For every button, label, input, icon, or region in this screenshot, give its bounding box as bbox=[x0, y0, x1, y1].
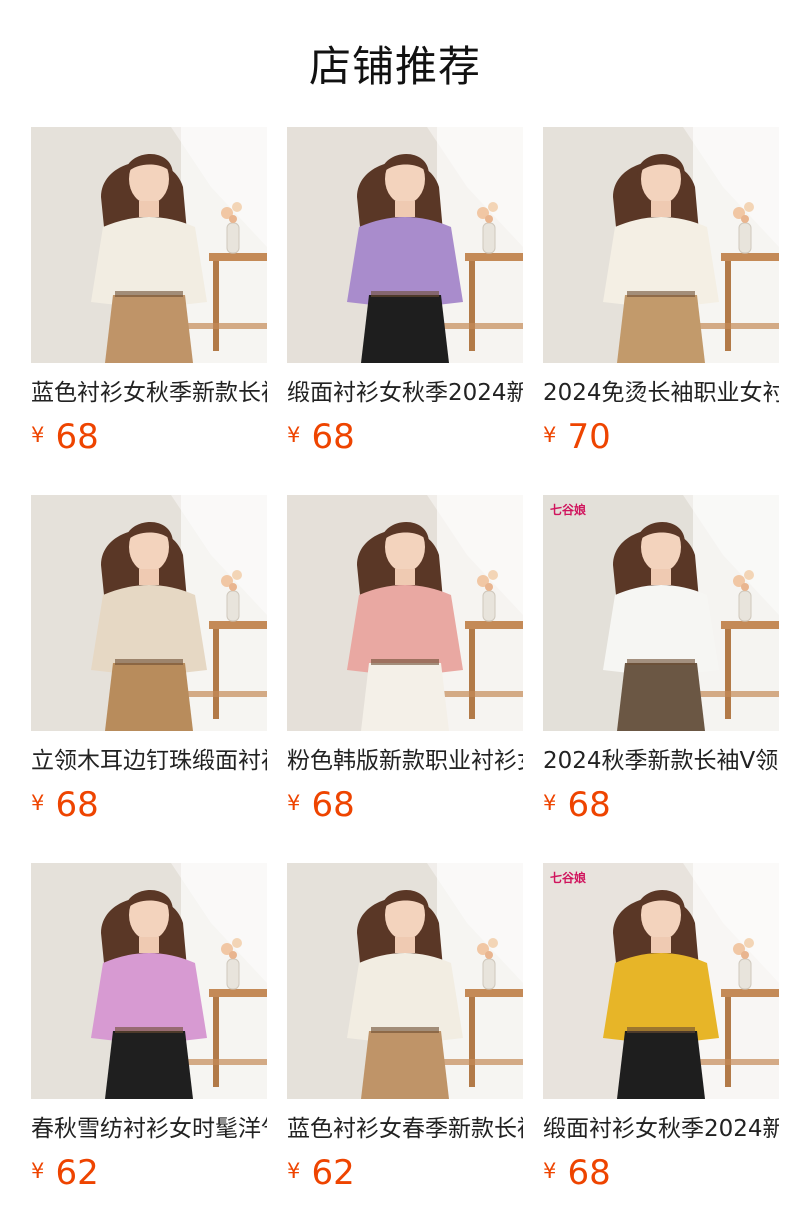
currency-symbol: ¥ bbox=[31, 791, 45, 815]
price-amount: 70 bbox=[567, 417, 611, 457]
product-card[interactable]: 粉色韩版新款职业衬衫女 ¥ 68 bbox=[287, 495, 523, 825]
product-card[interactable]: 蓝色衬衫女春季新款长袖 ¥ 62 bbox=[287, 863, 523, 1193]
product-photo-illustration bbox=[543, 127, 779, 363]
price-amount: 68 bbox=[311, 785, 355, 825]
product-price: ¥ 70 bbox=[543, 417, 779, 457]
product-title[interactable]: 缎面衬衫女秋季2024新款 bbox=[287, 378, 523, 408]
product-title[interactable]: 2024秋季新款长袖V领衬衫 bbox=[543, 746, 779, 776]
product-card[interactable]: 缎面衬衫女秋季2024新款 ¥ 68 bbox=[287, 127, 523, 457]
product-card[interactable]: 七谷娘 缎面衬衫女秋季2024新款 ¥ 68 bbox=[543, 863, 779, 1193]
currency-symbol: ¥ bbox=[287, 423, 301, 447]
product-image[interactable]: 七谷娘 bbox=[543, 863, 779, 1099]
product-title[interactable]: 蓝色衬衫女秋季新款长袖 bbox=[31, 378, 267, 408]
product-image[interactable] bbox=[543, 127, 779, 363]
product-photo-illustration bbox=[287, 495, 523, 731]
product-title[interactable]: 蓝色衬衫女春季新款长袖 bbox=[287, 1114, 523, 1144]
product-card[interactable]: 立领木耳边钉珠缎面衬衫 ¥ 68 bbox=[31, 495, 267, 825]
product-title[interactable]: 缎面衬衫女秋季2024新款 bbox=[543, 1114, 779, 1144]
brand-watermark: 七谷娘 bbox=[550, 871, 587, 885]
currency-symbol: ¥ bbox=[543, 423, 557, 447]
product-card[interactable]: 七谷娘 2024秋季新款长袖V领衬衫 ¥ 68 bbox=[543, 495, 779, 825]
product-title[interactable]: 2024免烫长袖职业女衬衫 bbox=[543, 378, 779, 408]
currency-symbol: ¥ bbox=[31, 1159, 45, 1183]
product-price: ¥ 62 bbox=[31, 1153, 267, 1193]
product-photo-illustration bbox=[31, 127, 267, 363]
brand-watermark: 七谷娘 bbox=[550, 503, 587, 517]
product-title[interactable]: 立领木耳边钉珠缎面衬衫 bbox=[31, 746, 267, 776]
product-price: ¥ 62 bbox=[287, 1153, 523, 1193]
product-card[interactable]: 蓝色衬衫女秋季新款长袖 ¥ 68 bbox=[31, 127, 267, 457]
price-amount: 62 bbox=[55, 1153, 99, 1193]
price-amount: 68 bbox=[55, 785, 99, 825]
currency-symbol: ¥ bbox=[31, 423, 45, 447]
price-amount: 68 bbox=[55, 417, 99, 457]
product-price: ¥ 68 bbox=[31, 417, 267, 457]
product-image[interactable] bbox=[287, 863, 523, 1099]
product-price: ¥ 68 bbox=[31, 785, 267, 825]
product-price: ¥ 68 bbox=[287, 417, 523, 457]
currency-symbol: ¥ bbox=[543, 1159, 557, 1183]
currency-symbol: ¥ bbox=[543, 791, 557, 815]
product-photo-illustration bbox=[543, 863, 779, 1099]
price-amount: 68 bbox=[311, 417, 355, 457]
product-title[interactable]: 粉色韩版新款职业衬衫女 bbox=[287, 746, 523, 776]
page-title: 店铺推荐 bbox=[308, 42, 481, 91]
price-amount: 68 bbox=[567, 785, 611, 825]
product-photo-illustration bbox=[543, 495, 779, 731]
product-photo-illustration bbox=[287, 127, 523, 363]
product-image[interactable] bbox=[31, 495, 267, 731]
product-price: ¥ 68 bbox=[287, 785, 523, 825]
product-price: ¥ 68 bbox=[543, 1153, 779, 1193]
currency-symbol: ¥ bbox=[287, 1159, 301, 1183]
product-image[interactable] bbox=[31, 863, 267, 1099]
product-card[interactable]: 2024免烫长袖职业女衬衫 ¥ 70 bbox=[543, 127, 779, 457]
product-image[interactable] bbox=[287, 127, 523, 363]
price-amount: 62 bbox=[311, 1153, 355, 1193]
currency-symbol: ¥ bbox=[287, 791, 301, 815]
page-header: 店铺推荐 bbox=[0, 0, 790, 127]
product-photo-illustration bbox=[287, 863, 523, 1099]
product-image[interactable] bbox=[287, 495, 523, 731]
price-amount: 68 bbox=[567, 1153, 611, 1193]
product-price: ¥ 68 bbox=[543, 785, 779, 825]
product-card[interactable]: 春秋雪纺衬衫女时髦洋气 ¥ 62 bbox=[31, 863, 267, 1193]
product-image[interactable]: 七谷娘 bbox=[543, 495, 779, 731]
product-photo-illustration bbox=[31, 863, 267, 1099]
product-image[interactable] bbox=[31, 127, 267, 363]
product-title[interactable]: 春秋雪纺衬衫女时髦洋气 bbox=[31, 1114, 267, 1144]
product-photo-illustration bbox=[31, 495, 267, 731]
